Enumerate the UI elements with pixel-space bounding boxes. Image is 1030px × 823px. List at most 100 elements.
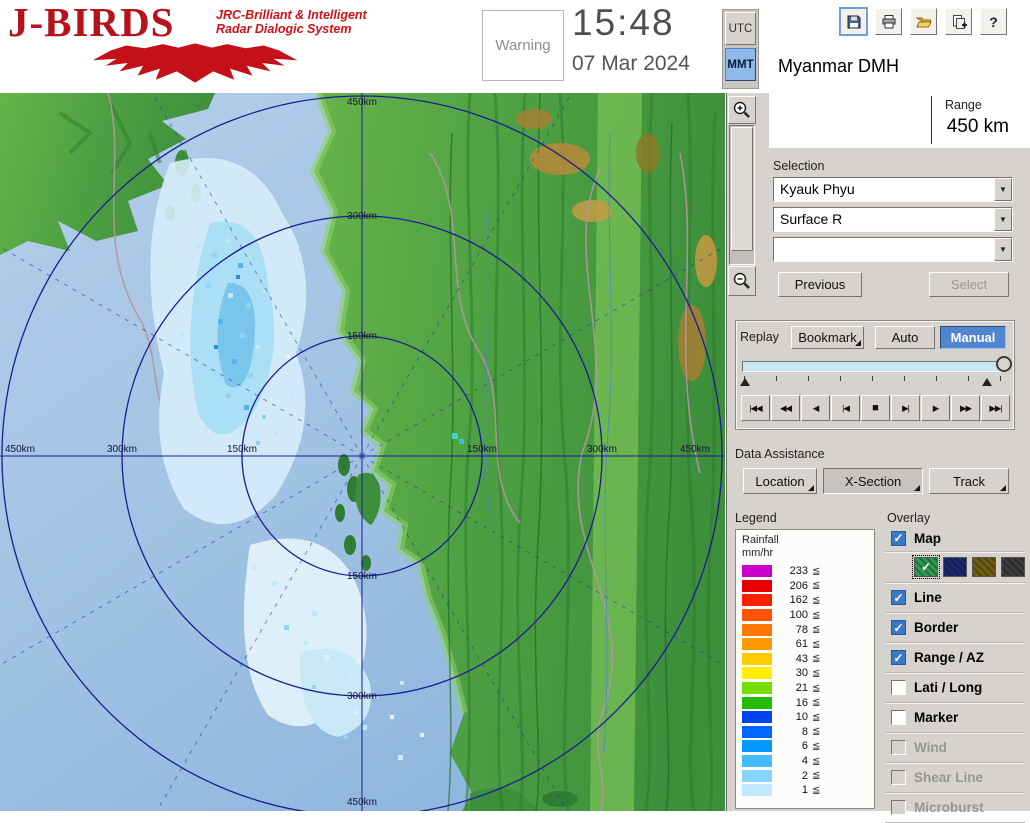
legend-row: 2 ≦ — [736, 768, 874, 783]
leq-icon: ≦ — [812, 697, 821, 709]
toolbar: ? — [839, 7, 1007, 36]
rainfall-legend: Rainfall mm/hr 233 ≦ 206 ≦ 162 ≦ 100 ≦ 78 ≦ 6… — [735, 529, 875, 809]
save-button[interactable] — [839, 7, 868, 36]
skip-start-button[interactable]: |◀◀ — [741, 395, 770, 421]
legend-row: 162 ≦ — [736, 593, 874, 608]
legend-value: 30 — [795, 667, 808, 680]
leq-icon: ≦ — [812, 682, 821, 694]
map-style-navy-swatch[interactable] — [943, 557, 967, 577]
print-button[interactable] — [875, 8, 902, 35]
legend-row: 10 ≦ — [736, 710, 874, 725]
product-dropdown[interactable]: Surface R ▼ — [773, 207, 1013, 232]
open-folder-button[interactable] — [910, 8, 937, 35]
svg-text:450km: 450km — [347, 797, 377, 808]
fast-forward-button[interactable]: ▶▶ — [951, 395, 980, 421]
legend-value: 4 — [801, 755, 808, 768]
legend-value: 6 — [801, 740, 808, 753]
svg-text:150km: 150km — [347, 571, 377, 582]
leq-icon: ≦ — [812, 740, 821, 752]
mmt-button[interactable]: MMT — [725, 48, 756, 81]
range-display: Range 450 km — [769, 93, 1030, 148]
timeline-thumb[interactable] — [996, 356, 1012, 372]
selection-label: Selection — [773, 159, 825, 173]
step-forward-button[interactable]: ▶| — [891, 395, 920, 421]
auto-button[interactable]: Auto — [875, 326, 935, 349]
svg-text:300km: 300km — [107, 444, 137, 455]
legend-row: 4 ≦ — [736, 754, 874, 769]
shear-line-checkbox — [891, 770, 906, 785]
radar-map-canvas[interactable]: 450km 300km 150km 150km 300km 450km 450k… — [0, 93, 725, 811]
fast-rewind-button[interactable]: ◀◀ — [771, 395, 800, 421]
export-button[interactable] — [945, 8, 972, 35]
map-checkbox[interactable] — [891, 530, 906, 546]
map-style-green-swatch[interactable] — [912, 555, 940, 579]
overlay-row-line[interactable]: Line — [885, 583, 1025, 613]
map-scrollbar-track[interactable] — [729, 125, 755, 265]
leq-icon: ≦ — [812, 580, 821, 592]
replay-timeline-slider[interactable] — [742, 361, 1006, 372]
timeline-ticks — [744, 376, 1002, 381]
zoom-out-button[interactable] — [728, 266, 756, 296]
svg-text:450km: 450km — [680, 444, 710, 455]
warning-label: Warning — [495, 37, 551, 54]
previous-button[interactable]: Previous — [778, 272, 862, 297]
warning-indicator[interactable]: Warning — [482, 10, 564, 81]
product-dropdown-value: Surface R — [780, 211, 843, 227]
overlay-row-lati-long[interactable]: Lati / Long — [885, 673, 1025, 703]
logo-subtitle-line1: JRC-Brilliant & Intelligent — [216, 8, 367, 22]
track-button[interactable]: Track — [929, 468, 1009, 494]
line-checkbox[interactable] — [891, 590, 906, 605]
legend-row: 233 ≦ — [736, 564, 874, 579]
border-checkbox[interactable] — [891, 620, 906, 635]
legend-swatch — [742, 594, 772, 607]
legend-row: 1 ≦ — [736, 783, 874, 798]
print-icon — [882, 14, 895, 28]
legend-row: 16 ≦ — [736, 695, 874, 710]
timeline-start-marker — [740, 378, 750, 386]
overlay-row-marker[interactable]: Marker — [885, 703, 1025, 733]
legend-unit: Rainfall mm/hr — [742, 534, 874, 560]
auto-button-label: Auto — [891, 330, 919, 345]
zoom-out-icon — [733, 272, 750, 289]
legend-value: 100 — [789, 609, 808, 622]
marker-checkbox[interactable] — [891, 710, 906, 725]
zoom-in-button[interactable] — [728, 96, 756, 124]
site-dropdown[interactable]: Kyauk Phyu ▼ — [773, 177, 1013, 202]
lati-long-checkbox[interactable] — [891, 680, 906, 695]
extra-dropdown[interactable]: ▼ — [773, 237, 1013, 262]
chevron-down-icon[interactable]: ▼ — [994, 208, 1012, 231]
open-folder-icon — [915, 17, 932, 27]
location-button[interactable]: Location — [743, 468, 817, 494]
legend-value: 1 — [801, 784, 808, 797]
skip-end-button[interactable]: ▶▶| — [981, 395, 1010, 421]
leq-icon: ≦ — [812, 594, 821, 606]
legend-value: 162 — [789, 594, 808, 607]
overlay-row-map[interactable]: Map — [885, 525, 1025, 552]
legend-row: 100 ≦ — [736, 608, 874, 623]
manual-button[interactable]: Manual — [940, 326, 1006, 349]
help-icon: ? — [989, 13, 998, 30]
x-section-button[interactable]: X-Section — [823, 468, 923, 494]
overlay-list: Map Line Border Range / AZ Lati / Long M… — [885, 525, 1025, 823]
help-button[interactable]: ? — [980, 8, 1007, 35]
step-back-button[interactable]: |◀ — [831, 395, 860, 421]
overlay-row-shear-line: Shear Line — [885, 763, 1025, 793]
range-az-checkbox[interactable] — [891, 650, 906, 665]
overlay-item-label: Range / AZ — [914, 650, 985, 665]
overlay-row-border[interactable]: Border — [885, 613, 1025, 643]
map-style-olive-swatch[interactable] — [972, 557, 996, 577]
utc-button[interactable]: UTC — [725, 12, 756, 45]
save-icon — [847, 15, 860, 28]
map-style-gray-swatch[interactable] — [1001, 557, 1025, 577]
play-reverse-button[interactable]: ◀ — [801, 395, 830, 421]
svg-text:450km: 450km — [5, 444, 35, 455]
leq-icon: ≦ — [812, 565, 821, 577]
select-button[interactable]: Select — [929, 272, 1009, 297]
stop-button[interactable]: ■ — [861, 395, 890, 421]
bookmark-button[interactable]: Bookmark — [791, 326, 864, 349]
map-scrollbar-thumb[interactable] — [731, 127, 753, 251]
chevron-down-icon[interactable]: ▼ — [994, 178, 1012, 201]
chevron-down-icon[interactable]: ▼ — [994, 238, 1012, 261]
overlay-row-range-az[interactable]: Range / AZ — [885, 643, 1025, 673]
play-button[interactable]: ▶ — [921, 395, 950, 421]
